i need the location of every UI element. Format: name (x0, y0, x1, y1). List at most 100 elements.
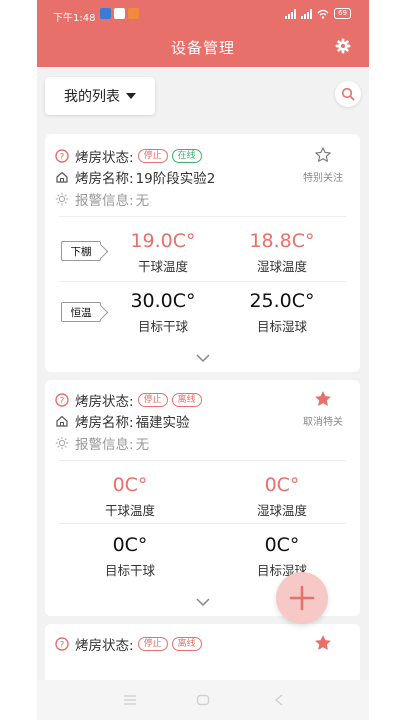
connection-state-badge: 离线 (171, 637, 202, 651)
target-dry-value: 0C° (112, 534, 148, 556)
divider (59, 460, 346, 461)
notification-icons (100, 8, 139, 19)
dry-bulb-value: 0C° (112, 474, 148, 496)
target-dry-value: 30.0C° (130, 290, 196, 312)
status-label: 烤房状态: (75, 638, 134, 654)
run-state-badge: 停止 (137, 393, 168, 407)
favorite-toggle[interactable]: 取消特关 (298, 390, 348, 428)
list-toolbar: 我的列表 (37, 67, 369, 127)
svg-text:?: ? (60, 641, 65, 651)
add-device-button[interactable] (276, 572, 328, 624)
favorite-label: 特别关注 (303, 173, 343, 184)
house-icon (56, 415, 68, 427)
question-circle-icon: ? (55, 637, 69, 651)
wifi-icon (317, 9, 329, 19)
alarm-row: 报警信息: 无 (55, 433, 149, 453)
wet-bulb-metric: 18.8C° 湿球温度 (222, 229, 342, 275)
alarm-row: 报警信息: 无 (55, 189, 149, 209)
target-wet-metric: 0C° 目标湿球 (222, 533, 342, 579)
phone-screen: 下午1:48 69 设备管理 我的列表 ? 烤房状态: 停止 在线 烤房名称: … (37, 0, 369, 720)
status-row: ? 烤房状态: 停止 离线 (55, 634, 202, 654)
target-dry-label: 目标干球 (137, 319, 188, 334)
list-selector-dropdown[interactable]: 我的列表 (45, 77, 155, 115)
target-wet-value: 0C° (264, 534, 300, 556)
status-label: 烤房状态: (75, 394, 134, 410)
chevron-down-icon[interactable] (195, 354, 210, 362)
dry-bulb-metric: 0C° 干球温度 (70, 473, 190, 519)
mode-tag: 恒温 (61, 302, 101, 322)
notification-app-icon (114, 8, 125, 19)
target-wet-label: 目标湿球 (256, 319, 307, 334)
signal-icon (285, 8, 297, 19)
question-circle-icon: ? (55, 149, 69, 163)
connection-state-badge: 离线 (171, 393, 202, 407)
menu-icon[interactable] (123, 694, 137, 706)
dry-bulb-label: 干球温度 (104, 503, 155, 518)
favorite-toggle[interactable] (298, 634, 348, 652)
wet-bulb-value: 0C° (264, 474, 300, 496)
device-card[interactable]: ? 烤房状态: 停止 在线 烤房名称: 19阶段实验2 报警信息: 无 特别关注… (45, 134, 360, 372)
dry-bulb-metric: 19.0C° 干球温度 (103, 229, 223, 275)
star-filled-icon (315, 635, 331, 650)
run-state-badge: 停止 (137, 149, 168, 163)
wet-bulb-label: 湿球温度 (256, 259, 307, 274)
name-row: 烤房名称: 福建实验 (55, 411, 190, 431)
alarm-value: 无 (135, 437, 150, 453)
stage-tag: 下棚 (61, 241, 101, 261)
search-icon (341, 87, 355, 101)
wet-bulb-label: 湿球温度 (256, 503, 307, 518)
favorite-label: 取消特关 (303, 417, 343, 428)
question-circle-icon: ? (55, 393, 69, 407)
run-state-badge: 停止 (137, 637, 168, 651)
page-title: 设备管理 (170, 39, 235, 57)
name-label: 烤房名称: (75, 171, 134, 187)
search-button[interactable] (335, 81, 361, 107)
favorite-toggle[interactable]: 特别关注 (298, 146, 348, 184)
star-outline-icon (315, 147, 331, 162)
dry-bulb-value: 19.0C° (130, 230, 196, 252)
notification-app-icon (100, 8, 111, 19)
status-bar: 下午1:48 69 (37, 0, 369, 28)
target-dry-label: 目标干球 (104, 563, 155, 578)
app-bar: 设备管理 (37, 28, 369, 67)
system-nav-bar (37, 680, 369, 720)
target-wet-label: 目标湿球 (256, 563, 307, 578)
signal-icon (301, 8, 313, 19)
divider (59, 216, 346, 217)
list-selector-label: 我的列表 (64, 89, 120, 105)
alarm-label: 报警信息: (75, 193, 134, 209)
alarm-value: 无 (135, 193, 150, 209)
status-label: 烤房状态: (75, 150, 134, 166)
sun-icon (55, 436, 69, 450)
chevron-down-icon[interactable] (195, 598, 210, 606)
device-name: 福建实验 (135, 415, 190, 431)
device-name: 19阶段实验2 (135, 171, 216, 187)
name-label: 烤房名称: (75, 415, 134, 431)
svg-text:?: ? (60, 153, 65, 163)
target-wet-metric: 25.0C° 目标湿球 (222, 289, 342, 335)
wet-bulb-value: 18.8C° (249, 230, 315, 252)
connection-state-badge: 在线 (171, 149, 202, 163)
star-filled-icon (315, 391, 331, 406)
gear-icon[interactable] (335, 38, 351, 54)
alarm-label: 报警信息: (75, 437, 134, 453)
divider (59, 523, 346, 524)
device-card[interactable]: ? 烤房状态: 停止 离线 (45, 624, 360, 680)
back-icon[interactable] (272, 694, 286, 706)
target-dry-metric: 30.0C° 目标干球 (103, 289, 223, 335)
status-row: ? 烤房状态: 停止 离线 (55, 390, 202, 410)
notification-app-icon (128, 8, 139, 19)
target-wet-value: 25.0C° (249, 290, 315, 312)
name-row: 烤房名称: 19阶段实验2 (55, 167, 215, 187)
target-dry-metric: 0C° 目标干球 (70, 533, 190, 579)
status-time: 下午1:48 (53, 13, 96, 24)
home-icon[interactable] (196, 694, 210, 706)
battery-icon: 69 (334, 8, 351, 19)
plus-icon (289, 585, 315, 611)
sun-icon (55, 192, 69, 206)
status-row: ? 烤房状态: 停止 在线 (55, 146, 202, 166)
dry-bulb-label: 干球温度 (137, 259, 188, 274)
divider (59, 281, 346, 282)
caret-down-icon (126, 93, 136, 99)
house-icon (56, 171, 68, 183)
